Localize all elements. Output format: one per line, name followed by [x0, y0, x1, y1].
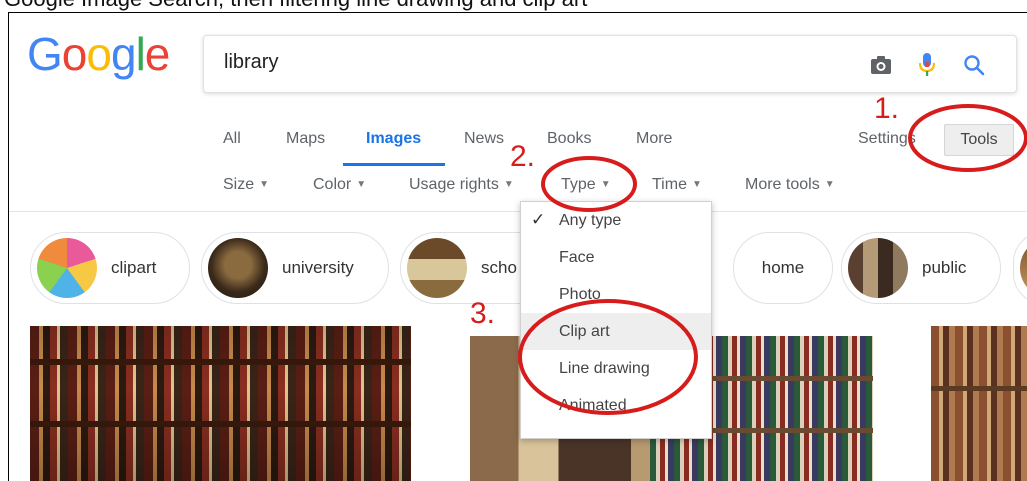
chip-partial[interactable] — [1013, 232, 1027, 304]
menu-item-label: Line drawing — [559, 359, 650, 377]
menu-item-clip-art[interactable]: Clip art — [521, 313, 711, 350]
logo-letter: g — [110, 28, 137, 80]
camera-icon[interactable] — [866, 50, 896, 80]
page-caption: Google Image Search, then filtering line… — [4, 0, 587, 12]
tab-maps[interactable]: Maps — [286, 130, 325, 148]
chip-public[interactable]: public — [841, 232, 1001, 304]
annotation-step-2: 2. — [510, 140, 536, 173]
filter-time-label: Time — [652, 176, 687, 193]
chip-label: public — [922, 258, 967, 277]
filter-usage-rights-label: Usage rights — [409, 176, 499, 193]
filter-more-tools[interactable]: More tools ▼ — [745, 176, 835, 194]
caret-down-icon: ▼ — [503, 179, 514, 190]
chip-clipart[interactable]: clipart — [30, 232, 190, 304]
caret-down-icon: ▼ — [824, 179, 835, 190]
menu-item-face[interactable]: Face — [521, 239, 711, 276]
menu-item-label: Animated — [559, 396, 627, 414]
caret-down-icon: ▼ — [356, 179, 367, 190]
logo-letter: G — [27, 28, 63, 80]
caret-down-icon: ▼ — [600, 179, 611, 190]
annotation-step-3: 3. — [470, 297, 496, 330]
chip-label: clipart — [111, 258, 157, 277]
chip-thumbnail — [208, 238, 268, 298]
filter-size-label: Size — [223, 176, 255, 193]
caret-down-icon: ▼ — [691, 179, 702, 190]
tab-news[interactable]: News — [464, 130, 504, 148]
logo-letter: l — [135, 28, 146, 80]
active-tab-indicator — [343, 163, 445, 166]
tools-button[interactable]: Tools — [944, 124, 1014, 156]
check-icon: ✓ — [531, 210, 546, 229]
google-images-window: Google library All Maps Images News Book… — [8, 12, 1027, 481]
search-icon[interactable] — [959, 50, 989, 80]
google-logo[interactable]: Google — [27, 28, 171, 80]
microphone-icon[interactable] — [912, 50, 942, 80]
chip-thumbnail — [407, 238, 467, 298]
tab-all[interactable]: All — [223, 130, 241, 148]
logo-letter: o — [86, 28, 112, 80]
chip-home[interactable]: home — [733, 232, 833, 304]
search-box[interactable]: library — [203, 35, 1017, 93]
settings-link[interactable]: Settings — [858, 130, 916, 148]
menu-item-animated[interactable]: Animated — [521, 387, 711, 424]
menu-item-label: Clip art — [559, 322, 610, 340]
filter-type[interactable]: Type ▼ — [561, 176, 611, 194]
filter-more-tools-label: More tools — [745, 176, 820, 193]
menu-item-label: Face — [559, 248, 595, 266]
menu-item-photo[interactable]: Photo — [521, 276, 711, 313]
logo-letter: e — [144, 28, 171, 80]
menu-item-any-type[interactable]: ✓ Any type — [521, 202, 711, 239]
chip-thumbnail — [848, 238, 908, 298]
chip-label: university — [282, 258, 354, 277]
filter-type-label: Type — [561, 176, 596, 193]
menu-item-line-drawing[interactable]: Line drawing — [521, 350, 711, 387]
filter-usage-rights[interactable]: Usage rights ▼ — [409, 176, 514, 194]
type-dropdown-menu: ✓ Any type Face Photo Clip art Line draw… — [520, 201, 712, 439]
chip-label: home — [761, 258, 805, 277]
annotation-step-1: 1. — [874, 92, 900, 125]
tab-books[interactable]: Books — [547, 130, 591, 148]
tab-more[interactable]: More — [636, 130, 672, 148]
search-input[interactable]: library — [224, 51, 278, 74]
logo-letter: o — [61, 28, 88, 80]
chip-thumbnail — [37, 238, 97, 298]
result-image[interactable] — [931, 326, 1027, 481]
menu-item-label: Photo — [559, 285, 601, 303]
menu-item-label: Any type — [559, 211, 622, 229]
caret-down-icon: ▼ — [259, 179, 270, 190]
result-image[interactable] — [30, 326, 411, 481]
filter-color-label: Color — [313, 176, 352, 193]
chip-thumbnail — [1020, 238, 1027, 298]
chip-label: scho — [481, 258, 517, 277]
tab-images[interactable]: Images — [366, 130, 421, 148]
toolbar-divider — [9, 211, 1027, 212]
filter-color[interactable]: Color ▼ — [313, 176, 366, 194]
filter-size[interactable]: Size ▼ — [223, 176, 269, 194]
filter-time[interactable]: Time ▼ — [652, 176, 702, 194]
chip-university[interactable]: university — [201, 232, 389, 304]
